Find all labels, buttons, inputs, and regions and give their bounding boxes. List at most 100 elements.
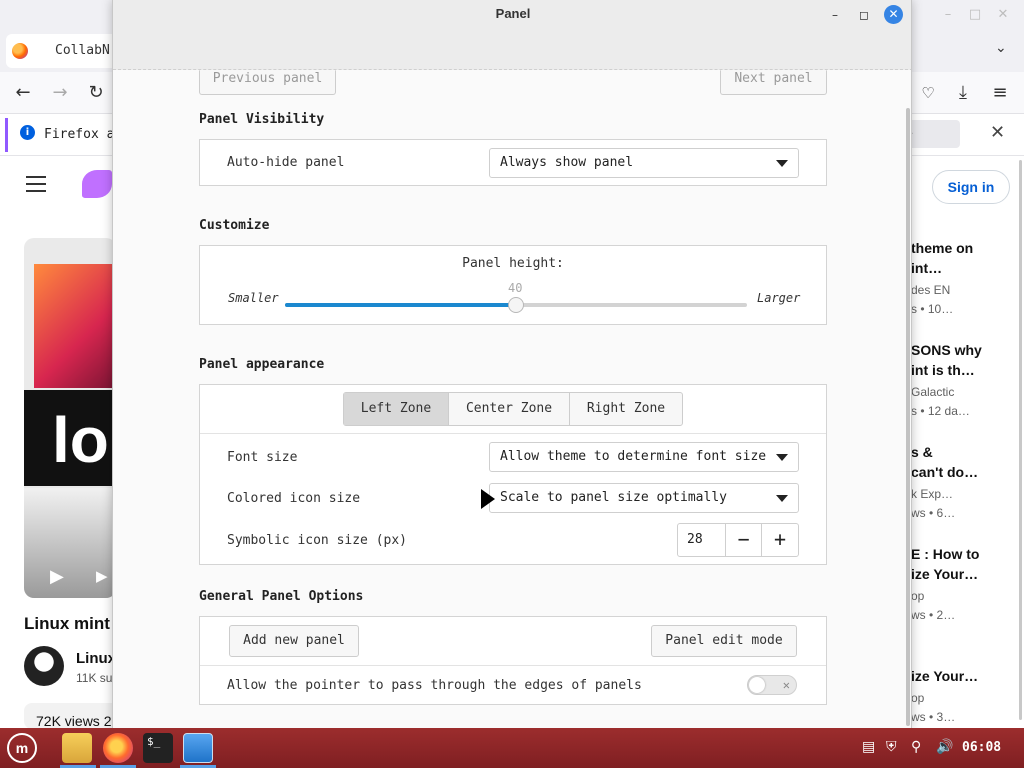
- sidebar-video-title: s &: [911, 444, 933, 460]
- mint-menu-icon[interactable]: m: [7, 733, 37, 763]
- sidebar-video-meta: ws • 3…: [911, 710, 956, 724]
- dialog-scrollbar[interactable]: [906, 108, 910, 726]
- panel-edit-mode-button[interactable]: Panel edit mode: [651, 625, 797, 657]
- site-menu-icon[interactable]: [26, 176, 46, 192]
- colored-icon-size-dropdown[interactable]: Scale to panel size optimally: [489, 483, 799, 513]
- back-icon[interactable]: ←: [10, 80, 36, 106]
- volume-icon[interactable]: 🔊: [936, 739, 953, 755]
- sign-in-button[interactable]: Sign in: [932, 170, 1010, 204]
- minimize-icon[interactable]: –: [826, 6, 844, 24]
- pointer-pass-through-switch[interactable]: ✕: [747, 675, 797, 695]
- sidebar-video-channel: des EN: [911, 283, 951, 297]
- decrement-button[interactable]: −: [726, 524, 762, 556]
- switch-off-icon: ✕: [782, 678, 790, 692]
- increment-button[interactable]: +: [762, 524, 798, 556]
- panel-height-slider-fill: [285, 303, 516, 307]
- network-icon[interactable]: ⚲: [911, 739, 921, 755]
- sidebar-video-meta: s • 10…: [911, 302, 954, 316]
- sidebar-video-channel: Galactic: [911, 385, 955, 399]
- sidebar-video[interactable]: E : How to ize Your… op ws • 2…: [911, 544, 979, 625]
- downloads-icon[interactable]: ⤓: [950, 80, 976, 106]
- video-overlay-text: lo: [52, 404, 109, 476]
- reload-icon[interactable]: ↻: [83, 80, 109, 106]
- channel-subscribers: 11K su: [76, 671, 113, 685]
- info-icon: i: [20, 125, 35, 140]
- sidebar-video[interactable]: s & can't do… k Exp… ws • 6…: [911, 442, 978, 523]
- sidebar-video-channel: op: [911, 589, 925, 603]
- sidebar-video[interactable]: ize Your… op ws • 3…: [911, 666, 978, 727]
- tab-right-zone[interactable]: Right Zone: [570, 393, 682, 425]
- auto-hide-dropdown[interactable]: Always show panel: [489, 148, 799, 178]
- sidebar-video-title: SONS why: [911, 342, 982, 358]
- sidebar-video-title: ize Your…: [911, 566, 979, 582]
- video-thumbnail-screen: [34, 264, 116, 388]
- browser-tab-title[interactable]: CollabN: [55, 43, 110, 58]
- video-title: Linux mint: [24, 614, 110, 633]
- sidebar-video[interactable]: theme on int… des EN s • 10…: [911, 238, 973, 319]
- video-views: 72K views 2: [24, 703, 124, 728]
- panel-settings-dialog: Panel – ◻ ✕ Previous panel Next panel Pa…: [112, 0, 912, 728]
- symbolic-icon-size-spinner: 28 − +: [677, 523, 799, 557]
- mouse-pointer-icon: [481, 489, 495, 509]
- sidebar-video-channel: k Exp…: [911, 487, 954, 501]
- zone-divider: [200, 433, 826, 434]
- sidebar-video-title: E : How to: [911, 546, 980, 562]
- dropdown-arrow-icon: [776, 454, 788, 461]
- firefox-taskbar-icon[interactable]: [103, 733, 133, 763]
- firefox-icon: [12, 43, 28, 59]
- panel-height-label: Panel height:: [462, 256, 564, 271]
- symbolic-icon-size-input[interactable]: 28: [678, 524, 726, 556]
- site-logo[interactable]: [82, 170, 112, 198]
- notification-accent: [5, 118, 8, 152]
- pocket-icon[interactable]: ♡: [915, 80, 941, 106]
- sidebar-video-title: ize Your…: [911, 668, 979, 684]
- menu-icon[interactable]: ≡: [987, 80, 1013, 106]
- clock[interactable]: 06:08: [962, 740, 1001, 755]
- browser-maximize-icon[interactable]: □: [965, 5, 985, 25]
- colored-icon-size-value: Scale to panel size optimally: [500, 490, 727, 505]
- tab-center-zone[interactable]: Center Zone: [449, 393, 570, 425]
- panel-height-slider-handle[interactable]: [508, 297, 524, 313]
- shield-icon[interactable]: ⛨: [886, 739, 897, 755]
- font-size-dropdown[interactable]: Allow theme to determine font size: [489, 442, 799, 472]
- symbolic-icon-size-label: Symbolic icon size (px): [227, 533, 408, 548]
- previous-panel-button[interactable]: Previous panel: [199, 70, 336, 95]
- video-player[interactable]: lo: [24, 238, 116, 598]
- browser-close-icon[interactable]: ✕: [993, 5, 1013, 25]
- files-icon[interactable]: [62, 733, 92, 763]
- switch-knob: [749, 677, 765, 693]
- play-icon[interactable]: ▶: [50, 566, 64, 587]
- page-scrollbar[interactable]: [1019, 160, 1022, 720]
- settings-window-icon[interactable]: [183, 733, 213, 763]
- channel-name[interactable]: Linux: [76, 650, 116, 667]
- clipboard-icon[interactable]: ▤: [862, 739, 875, 755]
- next-panel-button[interactable]: Next panel: [720, 70, 827, 95]
- close-button[interactable]: ✕: [884, 5, 903, 24]
- panel-visibility-section: Auto-hide panel Always show panel: [199, 139, 827, 186]
- dialog-content: Previous panel Next panel Panel Visibili…: [113, 70, 911, 728]
- sidebar-video[interactable]: SONS why int is th… Galactic s • 12 da…: [911, 340, 982, 421]
- auto-hide-value: Always show panel: [500, 155, 634, 170]
- sidebar-video-meta: ws • 2…: [911, 608, 956, 622]
- tab-left-zone[interactable]: Left Zone: [344, 393, 449, 425]
- tab-list-chevron-icon[interactable]: ⌄: [995, 40, 1007, 56]
- sidebar-video-title: int…: [911, 260, 943, 276]
- browser-minimize-icon[interactable]: –: [938, 5, 958, 25]
- font-size-label: Font size: [227, 450, 298, 465]
- smaller-label: Smaller: [228, 291, 279, 305]
- forward-icon[interactable]: →: [47, 80, 73, 106]
- next-video-icon[interactable]: ▶: [96, 567, 108, 585]
- channel-avatar[interactable]: [24, 646, 64, 686]
- sidebar-video-title: can't do…: [911, 464, 979, 480]
- panel-appearance-heading: Panel appearance: [199, 357, 325, 372]
- sidebar-video-meta: s • 12 da…: [911, 404, 970, 418]
- maximize-icon[interactable]: ◻: [855, 6, 873, 24]
- dropdown-arrow-icon: [776, 160, 788, 167]
- auto-hide-label: Auto-hide panel: [227, 155, 345, 170]
- larger-label: Larger: [757, 291, 801, 305]
- terminal-icon[interactable]: $_: [143, 733, 173, 763]
- sidebar-video-title: int is th…: [911, 362, 975, 378]
- add-new-panel-button[interactable]: Add new panel: [229, 625, 359, 657]
- notification-close-icon[interactable]: ✕: [990, 122, 1005, 143]
- panel-visibility-heading: Panel Visibility: [199, 112, 325, 127]
